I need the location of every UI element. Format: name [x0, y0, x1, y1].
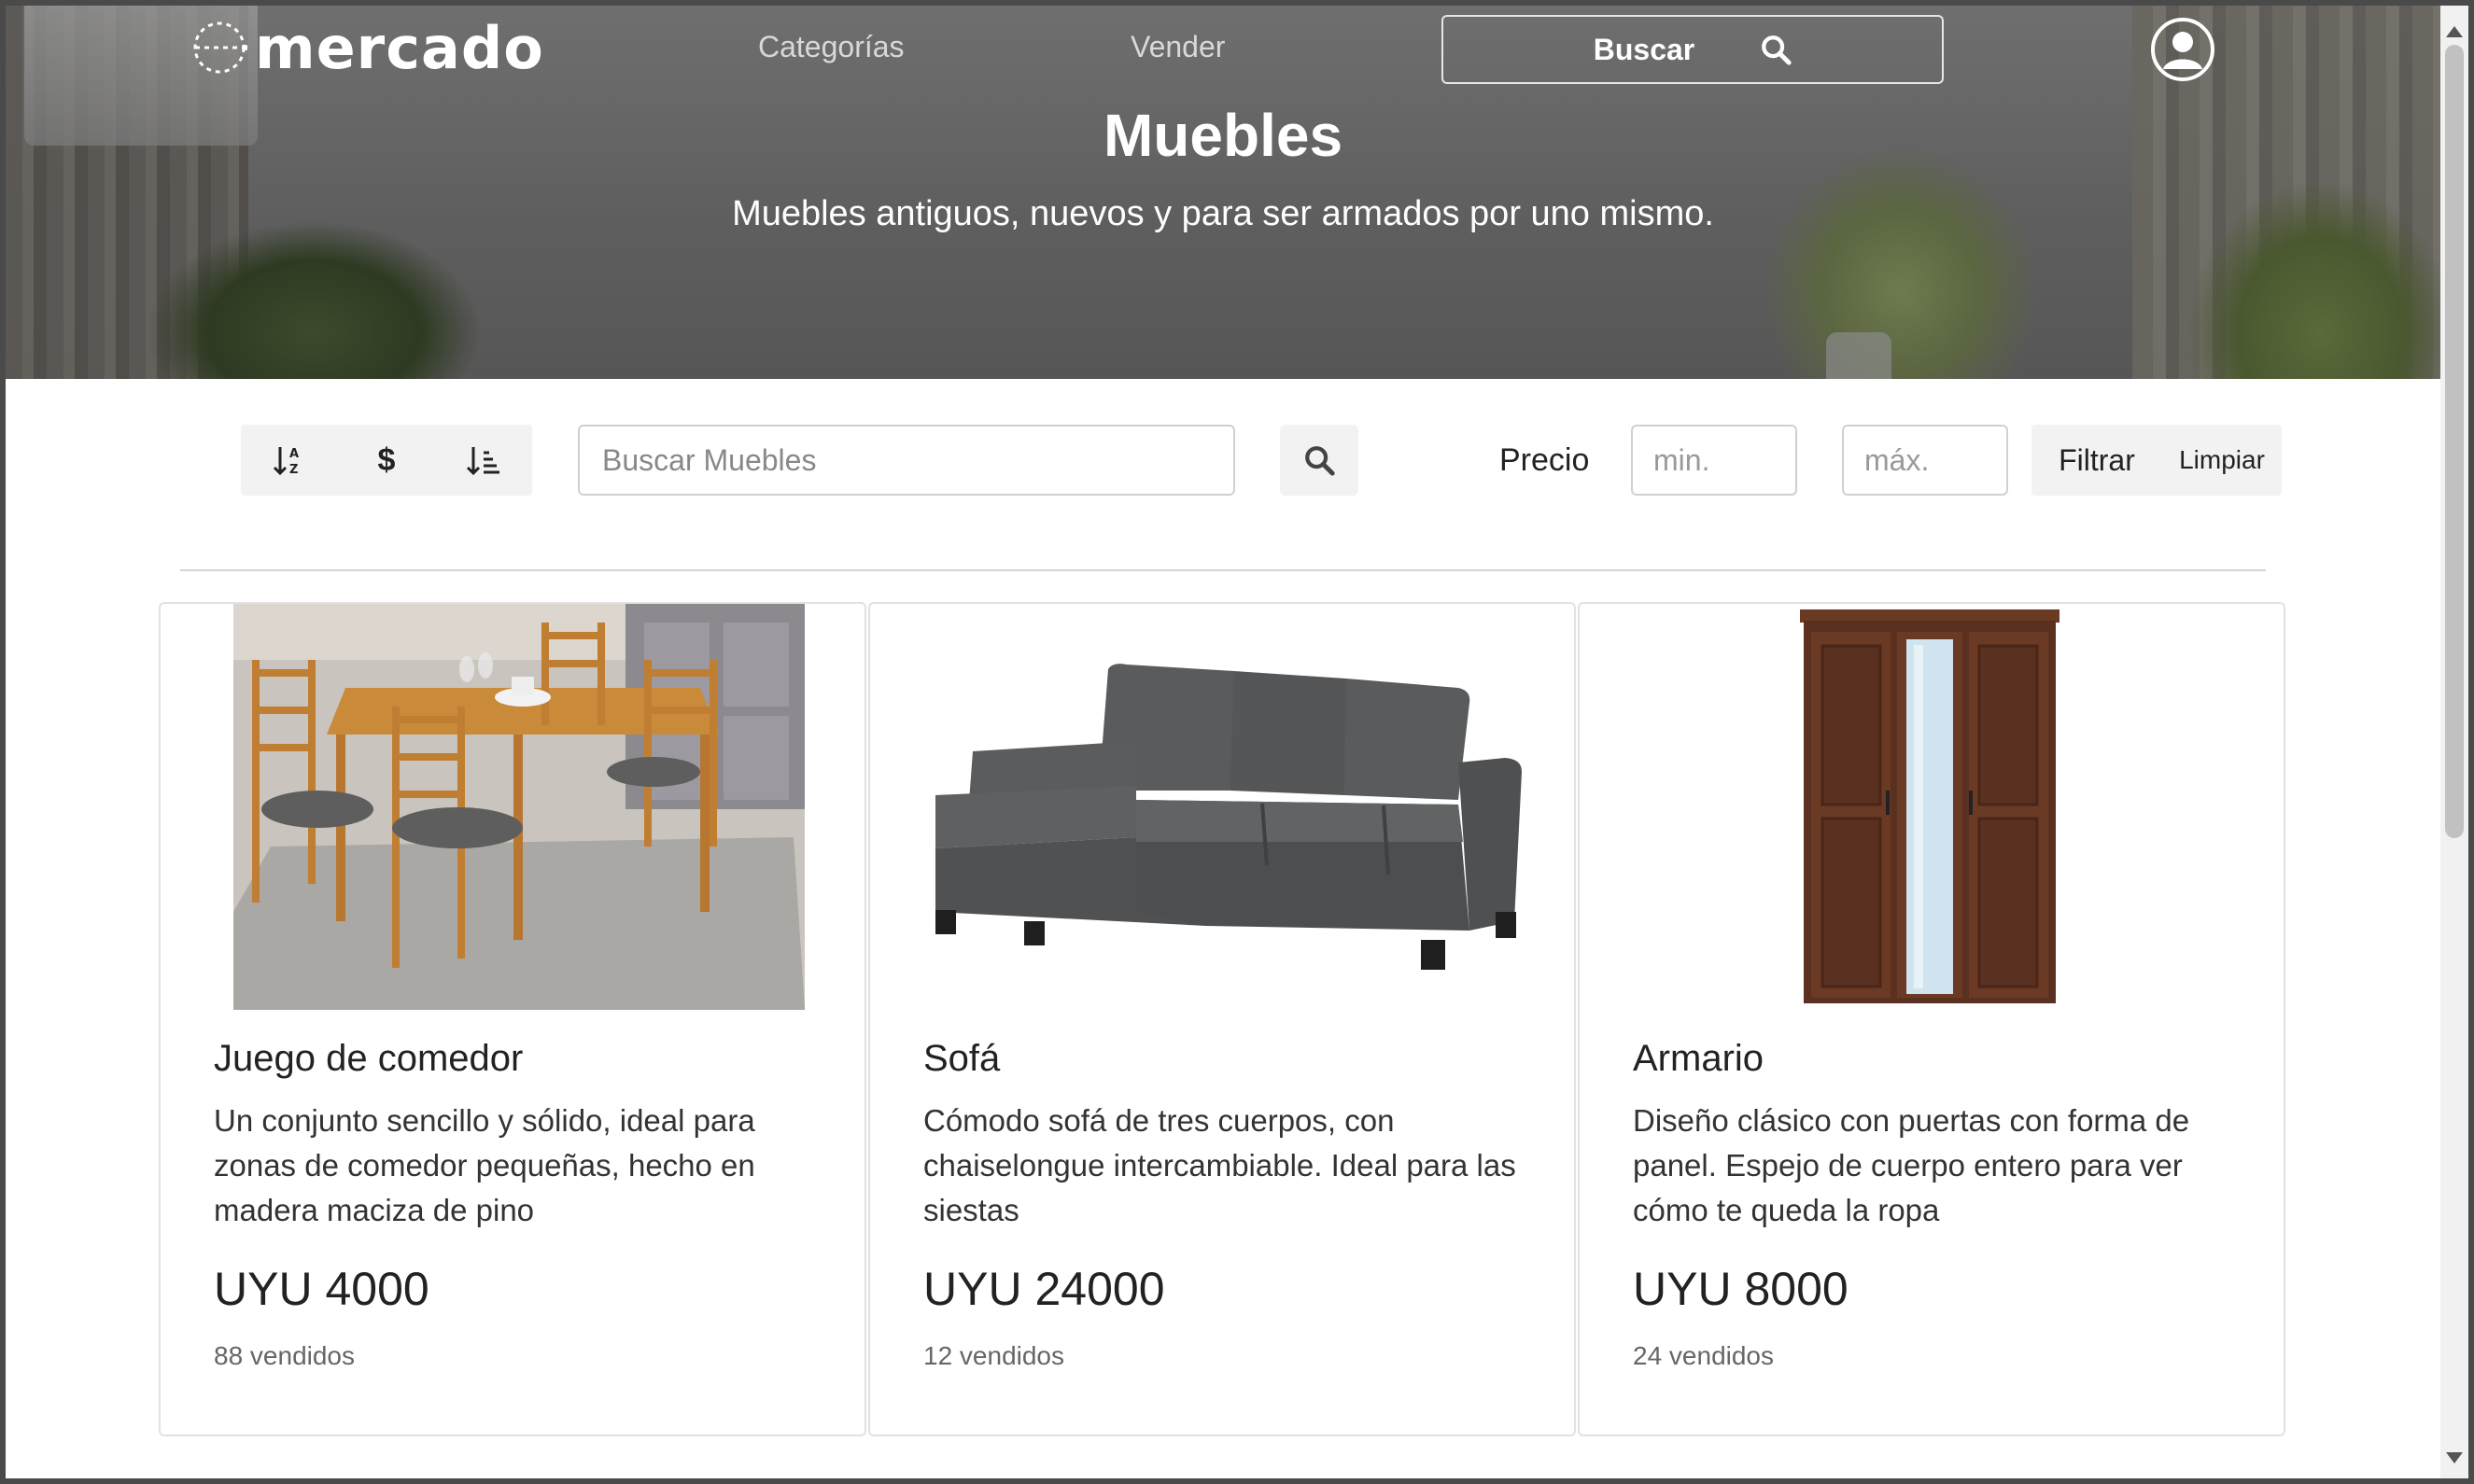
svg-text:Z: Z — [289, 463, 298, 477]
product-sold-count: 24 vendidos — [1633, 1341, 1775, 1370]
sort-alpha-icon: A Z — [273, 447, 299, 477]
hero-vase-decoration — [1826, 332, 1891, 379]
page-title: Muebles — [1103, 102, 1343, 169]
user-account-icon[interactable] — [2150, 17, 2215, 82]
svg-text:A: A — [289, 447, 299, 461]
sort-amount-icon — [466, 447, 499, 476]
hero-plant-decoration — [1761, 146, 2041, 379]
product-card[interactable]: Sofá Cómodo sofá de tres cuerpos, con ch… — [868, 602, 1576, 1436]
logo-icon — [193, 21, 247, 74]
scroll-up-arrow-icon[interactable] — [2446, 26, 2463, 37]
product-search-input[interactable] — [578, 425, 1235, 496]
search-icon — [1762, 35, 1792, 65]
dollar-icon: $ — [377, 441, 396, 478]
product-title[interactable]: Sofá — [923, 1038, 1000, 1080]
product-price: UYU 24000 — [923, 1263, 1165, 1315]
nav-categories-link[interactable]: Categorías — [758, 30, 905, 64]
header-search-label: Buscar — [1593, 32, 1695, 66]
price-label: Precio — [1499, 442, 1590, 478]
product-sold-count: 88 vendidos — [214, 1341, 356, 1370]
clear-button[interactable]: Limpiar — [2162, 445, 2282, 475]
product-card[interactable]: Juego de comedor Un conjunto sencillo y … — [159, 602, 866, 1436]
price-max-input[interactable] — [1842, 425, 2008, 496]
scrollbar-thumb[interactable] — [2445, 45, 2464, 838]
sort-alphabetical-button[interactable]: A Z — [252, 432, 327, 488]
filter-button[interactable]: Filtrar — [2031, 443, 2162, 478]
sort-price-button[interactable]: $ — [349, 432, 424, 488]
search-icon — [1305, 446, 1335, 476]
hero-plant-decoration — [146, 220, 482, 379]
price-min-input[interactable] — [1631, 425, 1797, 496]
product-title[interactable]: Armario — [1633, 1038, 1764, 1080]
product-description: Cómodo sofá de tres cuerpos, con chaisel… — [923, 1103, 1516, 1227]
scroll-down-arrow-icon[interactable] — [2446, 1452, 2463, 1463]
product-title[interactable]: Juego de comedor — [214, 1038, 523, 1080]
nav-sell-link[interactable]: Vender — [1131, 30, 1225, 64]
product-image-dining-set — [233, 604, 805, 1010]
product-description: Diseño clásico con puertas con forma de … — [1633, 1103, 2190, 1227]
logo-text: mercado — [255, 13, 544, 82]
logo[interactable]: mercado — [191, 13, 544, 82]
product-image-sofa — [898, 604, 1552, 1010]
product-price: UYU 4000 — [214, 1263, 429, 1315]
product-image-wardrobe — [1794, 604, 2065, 1010]
sort-button-group: A Z $ — [241, 425, 532, 496]
sort-relevance-button[interactable] — [446, 432, 521, 488]
product-card[interactable]: Armario Diseño clásico con puertas con f… — [1578, 602, 2285, 1436]
product-description: Un conjunto sencillo y sólido, ideal par… — [214, 1103, 755, 1227]
page-subtitle: Muebles antiguos, nuevos y para ser arma… — [732, 194, 1714, 233]
divider — [180, 569, 2266, 571]
product-search-button[interactable] — [1280, 425, 1358, 496]
filter-button-group: Filtrar Limpiar — [2031, 425, 2282, 496]
product-price: UYU 8000 — [1633, 1263, 1848, 1315]
header-search-button[interactable]: Buscar — [1441, 15, 1944, 84]
product-sold-count: 12 vendidos — [923, 1341, 1065, 1370]
